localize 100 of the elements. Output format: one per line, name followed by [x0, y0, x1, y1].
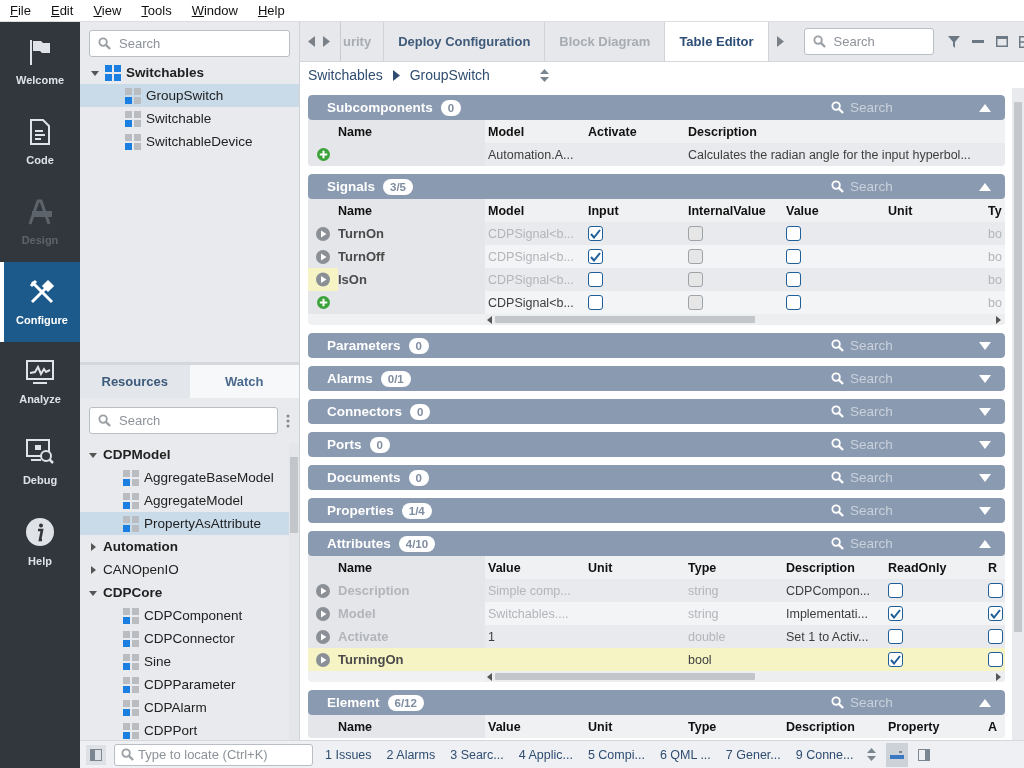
- activity-item[interactable]: Analyze: [0, 342, 80, 422]
- expanded-caret-icon[interactable]: [89, 450, 97, 459]
- expand-icon[interactable]: [979, 374, 991, 383]
- output-pane-tab[interactable]: 9 Conne...: [795, 747, 854, 762]
- checkbox[interactable]: [786, 226, 801, 241]
- column-header[interactable]: ReadOnly: [888, 560, 947, 575]
- column-header[interactable]: InternalValue: [688, 203, 766, 218]
- collapse-icon[interactable]: [979, 698, 991, 707]
- minimize-icon[interactable]: [971, 40, 984, 43]
- tree-item[interactable]: Automation: [80, 535, 289, 558]
- column-header[interactable]: Input: [588, 203, 619, 218]
- output-pane-tab[interactable]: 3 Searc...: [450, 747, 504, 762]
- expand-icon[interactable]: [979, 473, 991, 482]
- play-icon[interactable]: [316, 583, 330, 598]
- column-header[interactable]: R: [988, 560, 998, 575]
- column-header[interactable]: Type: [688, 719, 717, 734]
- checkbox[interactable]: [988, 583, 1003, 598]
- play-icon[interactable]: [316, 652, 330, 667]
- right-arrow-icon[interactable]: [323, 36, 330, 47]
- table-row[interactable]: Automation.A... Calculates the radian angle for the input hyperbol...: [308, 143, 1005, 166]
- collapsed-caret-icon[interactable]: [89, 542, 97, 551]
- column-header[interactable]: Model: [488, 203, 525, 218]
- table-row[interactable]: TurningOn bool: [308, 648, 1005, 671]
- column-header[interactable]: Ty: [988, 203, 1002, 218]
- menu-item[interactable]: Edit: [40, 3, 84, 18]
- column-header[interactable]: Value: [488, 560, 521, 575]
- scroll-right-icon[interactable]: [995, 315, 1001, 324]
- expand-icon[interactable]: [979, 341, 991, 350]
- scroll-left-icon[interactable]: [487, 315, 493, 324]
- more-icon[interactable]: [286, 413, 290, 428]
- collapse-icon[interactable]: [979, 182, 991, 191]
- horizontal-scrollbar[interactable]: [485, 314, 1005, 325]
- column-header[interactable]: Activate: [588, 124, 637, 139]
- play-icon[interactable]: [308, 268, 338, 291]
- checkbox[interactable]: [988, 652, 1003, 667]
- column-header[interactable]: Name: [308, 120, 485, 143]
- tree-item[interactable]: CDPConnector: [80, 627, 289, 650]
- tree-item[interactable]: CDPPort: [80, 719, 289, 740]
- output-pane-tab[interactable]: 2 Alarms: [386, 747, 436, 762]
- panel-tab[interactable]: Watch: [189, 365, 299, 398]
- sidebar-toggle-icon[interactable]: [918, 748, 931, 761]
- column-header[interactable]: Unit: [888, 203, 913, 218]
- column-header[interactable]: Description: [688, 124, 757, 139]
- menu-item[interactable]: Window: [181, 3, 248, 18]
- section-header[interactable]: Subcomponents 0 Search: [308, 95, 1005, 120]
- section-header[interactable]: Ports 0 Search: [308, 432, 1005, 457]
- play-icon[interactable]: [316, 249, 330, 264]
- up-down-icon[interactable]: [867, 748, 877, 761]
- menu-item[interactable]: Help: [247, 3, 295, 18]
- column-header[interactable]: Unit: [588, 560, 613, 575]
- checkbox[interactable]: [588, 272, 603, 287]
- checkbox[interactable]: [786, 295, 801, 310]
- column-header[interactable]: Name: [308, 556, 485, 579]
- section-header[interactable]: Documents 0 Search: [308, 465, 1005, 490]
- section-header[interactable]: Parameters 0 Search: [308, 333, 1005, 358]
- expanded-caret-icon[interactable]: [89, 588, 97, 597]
- tree-item[interactable]: Switchables: [80, 61, 299, 84]
- panel-tab[interactable]: Resources: [80, 365, 190, 398]
- checkbox[interactable]: [588, 295, 603, 310]
- tree-item[interactable]: CDPModel: [80, 443, 289, 466]
- expand-icon[interactable]: [979, 506, 991, 515]
- maximize-icon[interactable]: [995, 36, 1008, 47]
- checkbox[interactable]: [786, 249, 801, 264]
- collapse-icon[interactable]: [979, 539, 991, 548]
- output-pane-tab[interactable]: 4 Applic...: [518, 747, 573, 762]
- checkbox[interactable]: [588, 249, 603, 264]
- column-header[interactable]: Description: [786, 719, 855, 734]
- editor-tab[interactable]: Table Editor: [665, 22, 769, 61]
- column-header[interactable]: Property: [888, 719, 940, 734]
- left-arrow-icon[interactable]: [308, 36, 315, 47]
- checkbox[interactable]: [588, 226, 603, 241]
- tree-item[interactable]: PropertyAsAttribute: [80, 512, 289, 535]
- add-icon[interactable]: [316, 296, 330, 309]
- activity-item[interactable]: Debug: [0, 422, 80, 502]
- tree-item[interactable]: AggregateModel: [80, 489, 289, 512]
- tree-item[interactable]: Sine: [80, 650, 289, 673]
- column-header[interactable]: Value: [786, 203, 819, 218]
- table-row[interactable]: CDPSignal<b... bo: [308, 291, 1005, 314]
- right-arrow-icon[interactable]: [776, 36, 784, 47]
- scroll-left-icon[interactable]: [487, 672, 493, 681]
- up-down-icon[interactable]: [539, 68, 549, 82]
- checkbox[interactable]: [888, 629, 903, 644]
- vertical-scrollbar[interactable]: [1012, 88, 1024, 740]
- filter-icon[interactable]: [947, 35, 960, 48]
- checkbox[interactable]: [888, 606, 903, 621]
- checkbox[interactable]: [988, 629, 1003, 644]
- play-icon[interactable]: [316, 629, 330, 644]
- output-pane-tab[interactable]: 1 Issues: [325, 747, 372, 762]
- tree-item[interactable]: CANOpenIO: [80, 558, 289, 581]
- column-header[interactable]: Value: [488, 719, 521, 734]
- activity-item[interactable]: Code: [0, 102, 80, 182]
- column-header[interactable]: Unit: [588, 719, 613, 734]
- tree-item[interactable]: SwitchableDevice: [80, 130, 299, 153]
- checkbox[interactable]: [888, 652, 903, 667]
- column-header[interactable]: Name: [308, 199, 485, 222]
- activity-item[interactable]: Help: [0, 502, 80, 582]
- play-icon[interactable]: [316, 226, 330, 241]
- table-row[interactable]: TurnOff CDPSignal<b... bo: [308, 245, 1005, 268]
- tree-item[interactable]: CDPCore: [80, 581, 289, 604]
- menu-item[interactable]: View: [83, 3, 132, 18]
